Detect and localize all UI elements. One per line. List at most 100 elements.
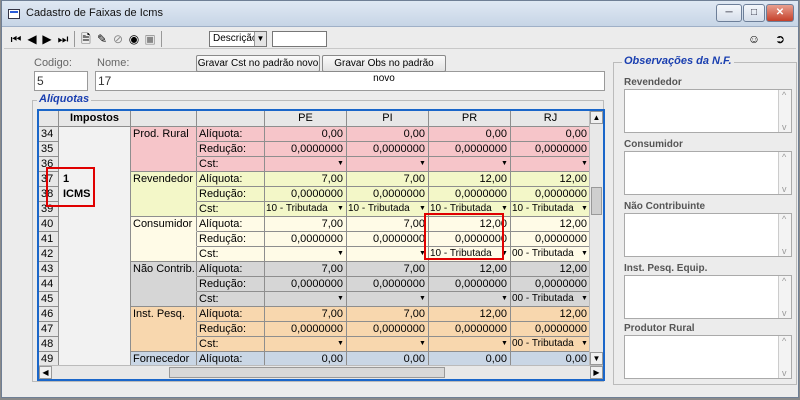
- value-cell[interactable]: 0,00: [429, 127, 511, 142]
- chevron-down-icon[interactable]: ▼: [418, 338, 427, 350]
- search-input[interactable]: [272, 31, 327, 47]
- last-record-icon[interactable]: ⏭: [55, 31, 71, 47]
- value-cell[interactable]: 0,0000000: [265, 277, 347, 292]
- value-cell[interactable]: 12,00: [429, 262, 511, 277]
- chevron-down-icon[interactable]: ▼: [500, 338, 509, 350]
- value-cell[interactable]: 0,0000000: [265, 232, 347, 247]
- prev-record-icon[interactable]: ◀: [25, 31, 39, 47]
- chevron-down-icon[interactable]: ▼: [500, 158, 509, 170]
- chevron-down-icon[interactable]: ▼: [336, 293, 345, 305]
- new-document-icon[interactable]: 🗎: [79, 31, 93, 47]
- maximize-button[interactable]: □: [743, 4, 765, 22]
- value-cell[interactable]: 0,0000000: [429, 322, 511, 337]
- cst-dropdown[interactable]: ▼: [347, 157, 429, 172]
- chevron-down-icon[interactable]: ▼: [580, 248, 589, 260]
- order-combo[interactable]: Descrição ▼: [209, 31, 267, 47]
- value-cell[interactable]: 0,0000000: [511, 277, 591, 292]
- grid-header-state[interactable]: PE: [265, 111, 347, 127]
- value-cell[interactable]: 7,00: [347, 307, 429, 322]
- edit-icon[interactable]: ✎: [95, 31, 109, 47]
- value-cell[interactable]: 0,0000000: [511, 322, 591, 337]
- scroll-thumb[interactable]: [591, 187, 602, 215]
- cst-dropdown[interactable]: ▼: [265, 247, 347, 262]
- chevron-down-icon[interactable]: ▼: [500, 293, 509, 305]
- textarea-scrollbar[interactable]: [778, 152, 791, 194]
- value-cell[interactable]: 0,0000000: [511, 232, 591, 247]
- value-cell[interactable]: 12,00: [511, 217, 591, 232]
- close-button[interactable]: ✕: [766, 4, 794, 22]
- save-disk-icon[interactable]: ▣: [143, 31, 157, 47]
- grid-header-state[interactable]: PI: [347, 111, 429, 127]
- first-record-icon[interactable]: ⏮: [8, 31, 24, 47]
- user-key-icon[interactable]: ☺: [746, 31, 762, 47]
- chevron-down-icon[interactable]: ▼: [336, 248, 345, 260]
- scroll-down-icon[interactable]: ▼: [590, 352, 603, 365]
- value-cell[interactable]: 7,00: [265, 172, 347, 187]
- minimize-button[interactable]: ─: [716, 4, 742, 22]
- value-cell[interactable]: 0,0000000: [347, 187, 429, 202]
- value-cell[interactable]: 7,00: [347, 217, 429, 232]
- textarea-scrollbar[interactable]: [778, 336, 791, 378]
- value-cell[interactable]: 0,00: [347, 127, 429, 142]
- value-cell[interactable]: 7,00: [347, 172, 429, 187]
- value-cell[interactable]: 0,00: [265, 127, 347, 142]
- chevron-down-icon[interactable]: ▼: [336, 158, 345, 170]
- chevron-down-icon[interactable]: ▼: [580, 293, 589, 305]
- gravar-obs-button[interactable]: Gravar Obs no padrão novo: [322, 55, 446, 84]
- cst-dropdown[interactable]: 00 - Tributada ▼: [511, 337, 591, 352]
- cst-dropdown[interactable]: ▼: [265, 292, 347, 307]
- cancel-icon[interactable]: ⊘: [111, 31, 125, 47]
- value-cell[interactable]: 0,0000000: [429, 187, 511, 202]
- cst-dropdown[interactable]: ▼: [347, 292, 429, 307]
- value-cell[interactable]: 7,00: [347, 262, 429, 277]
- cst-dropdown[interactable]: 00 - Tributada ▼: [511, 292, 591, 307]
- search-binoculars-icon[interactable]: ◉: [127, 31, 141, 47]
- value-cell[interactable]: 0,00: [429, 352, 511, 365]
- cst-dropdown[interactable]: ▼: [265, 337, 347, 352]
- value-cell[interactable]: 0,0000000: [347, 232, 429, 247]
- value-cell[interactable]: 0,00: [511, 352, 591, 365]
- value-cell[interactable]: 0,00: [347, 352, 429, 365]
- grid-horizontal-scrollbar[interactable]: ◀ ▶: [39, 365, 603, 379]
- cst-dropdown[interactable]: 00 - Tributada ▼: [511, 247, 591, 262]
- grid-header-state[interactable]: PR: [429, 111, 511, 127]
- value-cell[interactable]: 0,0000000: [511, 142, 591, 157]
- value-cell[interactable]: 0,0000000: [511, 187, 591, 202]
- chevron-down-icon[interactable]: ▼: [580, 203, 589, 215]
- value-cell[interactable]: 12,00: [429, 172, 511, 187]
- value-cell[interactable]: 7,00: [265, 307, 347, 322]
- cst-dropdown[interactable]: 10 - Tributada ▼: [265, 202, 347, 217]
- obs-revendedor-textarea[interactable]: [624, 89, 792, 133]
- cst-dropdown[interactable]: ▼: [511, 157, 591, 172]
- scroll-thumb-horizontal[interactable]: [169, 367, 445, 378]
- scroll-up-icon[interactable]: ▲: [590, 111, 603, 124]
- next-record-icon[interactable]: ▶: [40, 31, 54, 47]
- grid-header-state[interactable]: RJ: [511, 111, 591, 127]
- aliquotas-grid[interactable]: Impostos PE PI PR RJ 1 ICMS 34 Prod. Rural Alíquo…: [37, 109, 605, 381]
- cst-dropdown[interactable]: ▼: [347, 247, 429, 262]
- obs-inst-pesq-textarea[interactable]: [624, 275, 792, 319]
- scroll-right-icon[interactable]: ▶: [590, 366, 603, 379]
- value-cell[interactable]: 0,0000000: [429, 277, 511, 292]
- cst-dropdown[interactable]: ▼: [265, 157, 347, 172]
- scroll-left-icon[interactable]: ◀: [39, 366, 52, 379]
- obs-produtor-rural-textarea[interactable]: [624, 335, 792, 379]
- value-cell[interactable]: 12,00: [511, 172, 591, 187]
- value-cell[interactable]: 7,00: [265, 262, 347, 277]
- cst-dropdown[interactable]: ▼: [429, 157, 511, 172]
- cst-dropdown[interactable]: ▼: [429, 292, 511, 307]
- textarea-scrollbar[interactable]: [778, 214, 791, 256]
- nome-field[interactable]: 17: [95, 71, 605, 91]
- value-cell[interactable]: 0,00: [511, 127, 591, 142]
- value-cell[interactable]: 0,0000000: [347, 277, 429, 292]
- value-cell[interactable]: 0,0000000: [347, 142, 429, 157]
- obs-nao-contribuinte-textarea[interactable]: [624, 213, 792, 257]
- value-cell[interactable]: 0,0000000: [429, 142, 511, 157]
- value-cell[interactable]: 12,00: [511, 307, 591, 322]
- textarea-scrollbar[interactable]: [778, 276, 791, 318]
- textarea-scrollbar[interactable]: [778, 90, 791, 132]
- value-cell[interactable]: 0,0000000: [265, 322, 347, 337]
- value-cell[interactable]: 7,00: [265, 217, 347, 232]
- chevron-down-icon[interactable]: ▼: [336, 338, 345, 350]
- cst-dropdown[interactable]: 10 - Tributada ▼: [511, 202, 591, 217]
